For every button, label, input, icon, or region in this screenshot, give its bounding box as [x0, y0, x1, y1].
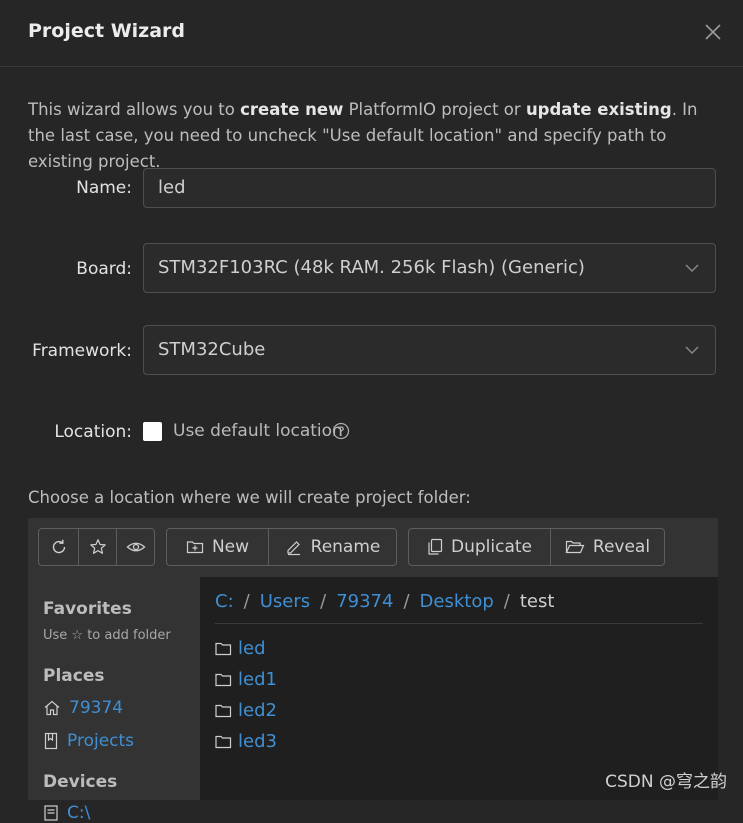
- close-button[interactable]: [701, 20, 725, 44]
- show-hidden-button[interactable]: [116, 529, 154, 565]
- use-default-location-checkbox[interactable]: [143, 422, 162, 441]
- board-label: Board:: [76, 259, 132, 279]
- sidebar-item-projects[interactable]: Projects: [43, 731, 134, 751]
- location-label: Location:: [54, 422, 132, 442]
- help-icon[interactable]: [332, 422, 350, 444]
- file-button-group: Duplicate Reveal: [408, 528, 665, 566]
- duplicate-button[interactable]: Duplicate: [409, 529, 550, 565]
- reveal-button[interactable]: Reveal: [550, 529, 664, 565]
- browser-toolbar: New Rename Duplicate Reveal: [28, 518, 718, 577]
- rename-button[interactable]: Rename: [268, 529, 396, 565]
- folder-item[interactable]: led3: [215, 731, 277, 752]
- intro-text: This wizard allows you to create new Pla…: [28, 97, 718, 175]
- breadcrumb-separator: /: [503, 591, 510, 612]
- breadcrumb-link[interactable]: Desktop: [420, 591, 494, 612]
- dialog-title: Project Wizard: [28, 20, 186, 42]
- breadcrumb-divider: [215, 623, 703, 624]
- edit-button-group: New Rename: [166, 528, 397, 566]
- sidebar-item-label: Projects: [67, 731, 135, 751]
- breadcrumb-separator: /: [243, 591, 250, 612]
- chevron-down-icon: [685, 346, 699, 354]
- breadcrumb-link[interactable]: 79374: [336, 591, 393, 612]
- close-icon: [705, 24, 721, 40]
- reveal-label: Reveal: [592, 537, 651, 557]
- eye-icon: [126, 542, 145, 552]
- favorite-button[interactable]: [78, 529, 116, 565]
- name-label: Name:: [76, 178, 132, 198]
- breadcrumb-separator: /: [320, 591, 327, 612]
- framework-select[interactable]: STM32Cube: [143, 325, 716, 375]
- folder-icon: [215, 642, 232, 655]
- sidebar-item-home[interactable]: 79374: [43, 698, 123, 718]
- use-default-location-label[interactable]: Use default location: [173, 421, 343, 441]
- intro-bold-create: create new: [240, 100, 344, 119]
- view-button-group: [38, 528, 155, 566]
- folder-name: led: [238, 638, 266, 659]
- choose-location-text: Choose a location where we will create p…: [28, 488, 471, 507]
- breadcrumb-current: test: [519, 591, 555, 612]
- folder-name: led3: [238, 731, 277, 752]
- new-folder-button[interactable]: New: [167, 529, 268, 565]
- places-heading: Places: [43, 666, 105, 686]
- framework-value: STM32Cube: [158, 339, 266, 360]
- drive-icon: [44, 805, 58, 821]
- breadcrumb: C: / Users / 79374 / Desktop / test: [215, 591, 554, 612]
- bookmark-icon: [44, 732, 58, 750]
- intro-bold-update: update existing: [525, 100, 672, 119]
- board-value: STM32F103RC (48k RAM. 256k Flash) (Gener…: [158, 257, 585, 278]
- folder-icon: [215, 673, 232, 686]
- folder-name: led1: [238, 669, 277, 690]
- breadcrumb-link[interactable]: Users: [260, 591, 310, 612]
- intro-part: PlatformIO project or: [343, 100, 526, 119]
- chevron-down-icon: [685, 264, 699, 272]
- refresh-button[interactable]: [39, 529, 78, 565]
- board-select[interactable]: STM32F103RC (48k RAM. 256k Flash) (Gener…: [143, 243, 716, 293]
- sidebar-item-drive-c[interactable]: C:\: [43, 803, 90, 823]
- name-value: led: [158, 177, 186, 198]
- favorites-heading: Favorites: [43, 599, 132, 619]
- copy-icon: [428, 538, 443, 555]
- folder-open-icon: [565, 540, 585, 554]
- sidebar-item-label: C:\: [67, 803, 91, 823]
- dialog-header: Project Wizard: [0, 0, 743, 67]
- star-icon: [89, 539, 106, 554]
- refresh-icon: [52, 539, 65, 554]
- devices-heading: Devices: [43, 772, 118, 792]
- breadcrumb-separator: /: [403, 591, 410, 612]
- intro-part: This wizard allows you to: [28, 100, 241, 119]
- folder-name: led2: [238, 700, 277, 721]
- home-icon: [44, 700, 60, 716]
- framework-label: Framework:: [32, 341, 132, 361]
- rename-label: Rename: [310, 537, 381, 557]
- pencil-icon: [287, 541, 300, 556]
- folder-item[interactable]: led2: [215, 700, 277, 721]
- duplicate-label: Duplicate: [451, 537, 532, 557]
- folder-item[interactable]: led: [215, 638, 266, 659]
- browser-sidebar: Favorites Use ☆ to add folder Places 793…: [28, 577, 200, 823]
- folder-icon: [215, 704, 232, 717]
- folder-icon: [215, 735, 232, 748]
- new-label: New: [211, 537, 250, 557]
- breadcrumb-link[interactable]: C:: [215, 591, 234, 612]
- favorites-hint: Use ☆ to add folder: [43, 628, 171, 643]
- watermark: CSDN @穹之韵: [605, 772, 727, 792]
- file-browser: New Rename Duplicate Reveal Favorites Us…: [28, 518, 718, 823]
- name-input[interactable]: led: [143, 168, 716, 208]
- sidebar-item-label: 79374: [69, 698, 124, 718]
- folder-plus-icon: [186, 541, 204, 554]
- folder-item[interactable]: led1: [215, 669, 277, 690]
